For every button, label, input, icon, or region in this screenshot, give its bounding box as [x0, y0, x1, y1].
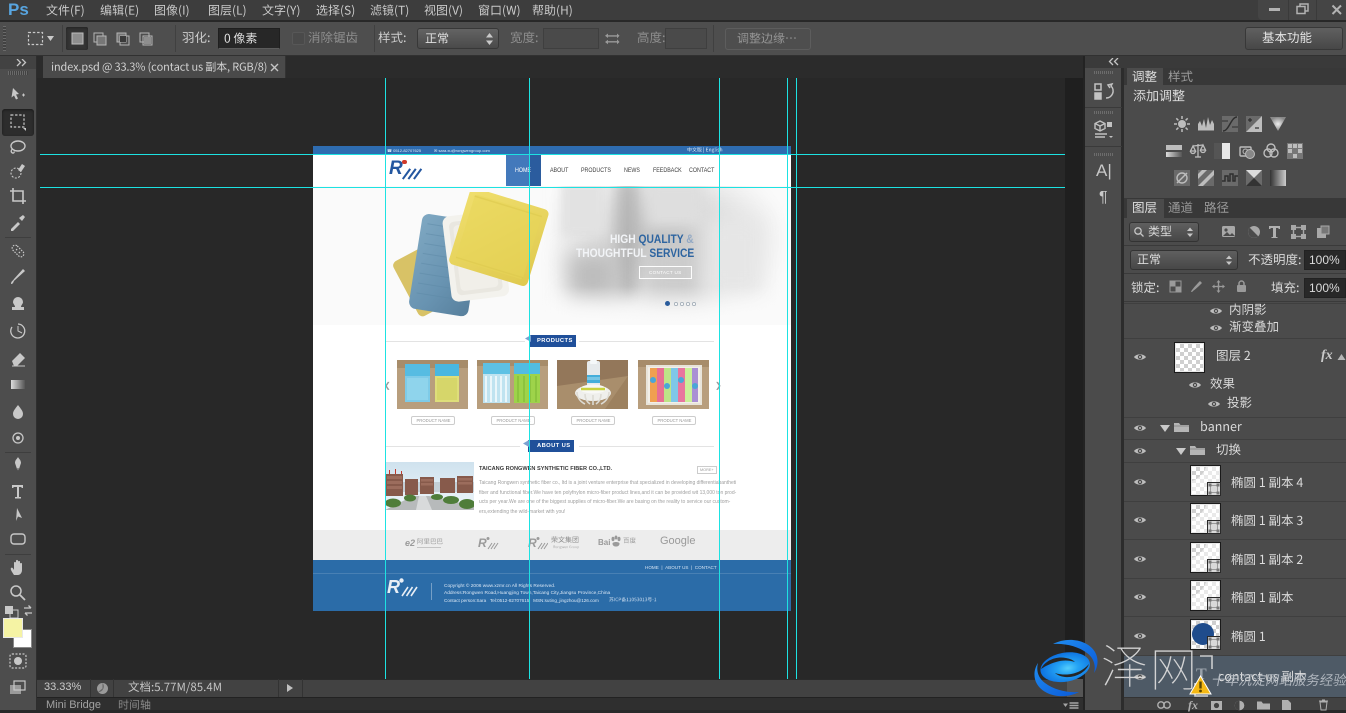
svg-text:R: R — [387, 577, 400, 597]
svg-text:R: R — [478, 536, 487, 550]
